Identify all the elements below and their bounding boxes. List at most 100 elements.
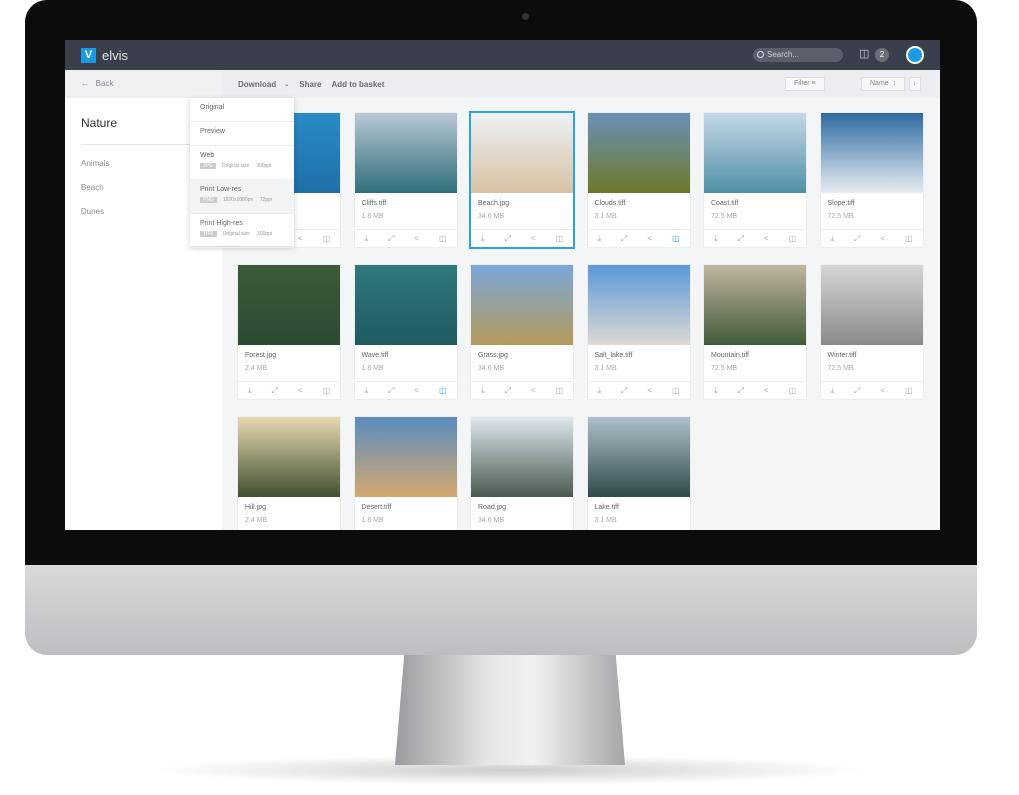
asset-card[interactable]: Clouds.tiff 3.1 MB ⤓ ⤢ < ◫: [587, 113, 690, 247]
basket-icon[interactable]: ◫: [322, 386, 330, 395]
avatar[interactable]: [906, 46, 924, 64]
expand-icon[interactable]: ⤢: [271, 386, 277, 396]
share-icon[interactable]: <: [764, 234, 769, 243]
asset-thumbnail[interactable]: [471, 265, 573, 345]
basket-icon[interactable]: ◫: [788, 234, 796, 243]
basket-icon[interactable]: ◫: [555, 386, 563, 395]
share-icon[interactable]: <: [647, 234, 652, 243]
asset-thumbnail[interactable]: [587, 417, 690, 497]
download-option[interactable]: Print High-res TIFF Original size 300ppi: [190, 214, 294, 248]
download-icon[interactable]: ⤓: [364, 386, 368, 396]
share-icon[interactable]: <: [531, 234, 536, 243]
asset-thumbnail[interactable]: [471, 417, 573, 497]
asset-card[interactable]: Grass.jpg 34.6 MB ⤓ ⤢ < ◫: [471, 265, 573, 399]
expand-icon[interactable]: ⤢: [621, 386, 627, 396]
asset-card[interactable]: Salt_lake.tiff 3.1 MB ⤓ ⤢ < ◫: [587, 265, 690, 399]
share-icon[interactable]: <: [414, 234, 419, 243]
share-icon[interactable]: <: [764, 386, 769, 395]
sort-order-icon[interactable]: ↓: [909, 77, 921, 91]
filter-label: Filter: [794, 80, 810, 87]
expand-icon[interactable]: ⤢: [504, 234, 510, 244]
basket-icon[interactable]: ◫: [672, 386, 680, 395]
chevron-down-icon[interactable]: ⌄: [284, 81, 289, 88]
asset-card[interactable]: Lake.tiff 3.1 MB ⤓ ⤢ < ◫: [587, 417, 690, 530]
asset-card[interactable]: Hill.jpg 2.4 MB ⤓ ⤢ < ◫: [238, 417, 340, 530]
share-icon[interactable]: <: [880, 386, 885, 395]
search-input[interactable]: Search...: [753, 48, 843, 62]
download-option[interactable]: Original: [190, 98, 294, 122]
asset-card[interactable]: Slope.tiff 72.5 MB ⤓ ⤢ < ◫: [820, 113, 923, 247]
asset-thumbnail[interactable]: [238, 265, 340, 345]
share-icon[interactable]: <: [414, 386, 419, 395]
download-icon[interactable]: ⤓: [830, 386, 834, 396]
asset-card[interactable]: Winter.tiff 72.5 MB ⤓ ⤢ < ◫: [820, 265, 923, 399]
asset-thumbnail[interactable]: [471, 113, 573, 193]
share-icon[interactable]: <: [298, 234, 303, 243]
download-icon[interactable]: ⤓: [481, 234, 485, 244]
download-option[interactable]: Print Low-res PNG 1920x1080px 72ppi: [190, 180, 294, 214]
filter-button[interactable]: Filter ≡: [785, 77, 825, 91]
asset-card[interactable]: Cliffs.tiff 1.8 MB ⤓ ⤢ < ◫: [354, 113, 457, 247]
asset-thumbnail[interactable]: [704, 265, 806, 345]
asset-thumbnail[interactable]: [820, 265, 923, 345]
share-icon[interactable]: <: [531, 386, 536, 395]
asset-card[interactable]: Coast.tiff 72.5 MB ⤓ ⤢ < ◫: [704, 113, 806, 247]
expand-icon[interactable]: ⤢: [388, 234, 394, 244]
asset-actions: ⤓ ⤢ < ◫: [587, 381, 690, 399]
asset-thumbnail[interactable]: [354, 265, 457, 345]
asset-card[interactable]: Mountain.tiff 72.5 MB ⤓ ⤢ < ◫: [704, 265, 806, 399]
basket-icon[interactable]: ◫: [672, 234, 680, 243]
share-button[interactable]: Share: [299, 80, 321, 89]
asset-card[interactable]: Desert.tiff 1.8 MB ⤓ ⤢ < ◫: [354, 417, 457, 530]
share-icon[interactable]: <: [880, 234, 885, 243]
asset-card[interactable]: Road.jpg 34.6 MB ⤓ ⤢ < ◫: [471, 417, 573, 530]
option-size: 1920x1080px: [222, 197, 253, 203]
download-icon[interactable]: ⤓: [597, 234, 601, 244]
asset-thumbnail[interactable]: [704, 113, 806, 193]
expand-icon[interactable]: ⤢: [737, 386, 743, 396]
download-icon[interactable]: ⤓: [364, 234, 368, 244]
share-icon[interactable]: <: [298, 386, 303, 395]
basket-icon[interactable]: ◫: [905, 234, 913, 243]
asset-name: Hill.jpg: [245, 504, 267, 511]
download-icon[interactable]: ⤓: [248, 386, 252, 396]
expand-icon[interactable]: ⤢: [854, 234, 860, 244]
asset-size: 3.1 MB: [594, 365, 617, 372]
asset-thumbnail[interactable]: [354, 113, 457, 193]
option-size: Original size: [222, 231, 251, 237]
expand-icon[interactable]: ⤢: [388, 386, 394, 396]
expand-icon[interactable]: ⤢: [621, 234, 627, 244]
basket-icon[interactable]: ◫: [905, 386, 913, 395]
expand-icon[interactable]: ⤢: [854, 386, 860, 396]
share-icon[interactable]: <: [647, 386, 652, 395]
expand-icon[interactable]: ⤢: [504, 386, 510, 396]
asset-size: 72.5 MB: [711, 365, 738, 372]
asset-card[interactable]: Beach.jpg 34.6 MB ⤓ ⤢ < ◫: [469, 111, 575, 249]
asset-card[interactable]: Forest.jpg 2.4 MB ⤓ ⤢ < ◫: [238, 265, 340, 399]
download-icon[interactable]: ⤓: [481, 386, 485, 396]
basket-icon[interactable]: ◫: [439, 386, 447, 395]
download-option[interactable]: Web JPG Original size 300ppi: [190, 146, 294, 180]
download-option[interactable]: Preview: [190, 122, 294, 146]
asset-thumbnail[interactable]: [238, 417, 340, 497]
basket-icon[interactable]: ◫: [439, 234, 447, 243]
asset-card[interactable]: Wave.tiff 1.8 MB ⤓ ⤢ < ◫: [354, 265, 457, 399]
basket-icon[interactable]: ◫: [859, 47, 869, 60]
basket-icon[interactable]: ◫: [322, 234, 330, 243]
back-button[interactable]: ← Back: [65, 70, 222, 98]
add-to-basket-button[interactable]: Add to basket: [331, 80, 384, 89]
sort-select[interactable]: Name ↕: [861, 77, 906, 91]
asset-thumbnail[interactable]: [820, 113, 923, 193]
download-icon[interactable]: ⤓: [597, 386, 601, 396]
download-icon[interactable]: ⤓: [714, 386, 718, 396]
asset-thumbnail[interactable]: [354, 417, 457, 497]
asset-thumbnail[interactable]: [587, 113, 690, 193]
asset-name: Grass.jpg: [478, 352, 508, 359]
expand-icon[interactable]: ⤢: [737, 234, 743, 244]
download-icon[interactable]: ⤓: [830, 234, 834, 244]
basket-icon[interactable]: ◫: [788, 386, 796, 395]
download-button[interactable]: Download: [238, 80, 276, 89]
download-icon[interactable]: ⤓: [714, 234, 718, 244]
asset-thumbnail[interactable]: [587, 265, 690, 345]
basket-icon[interactable]: ◫: [555, 234, 563, 243]
